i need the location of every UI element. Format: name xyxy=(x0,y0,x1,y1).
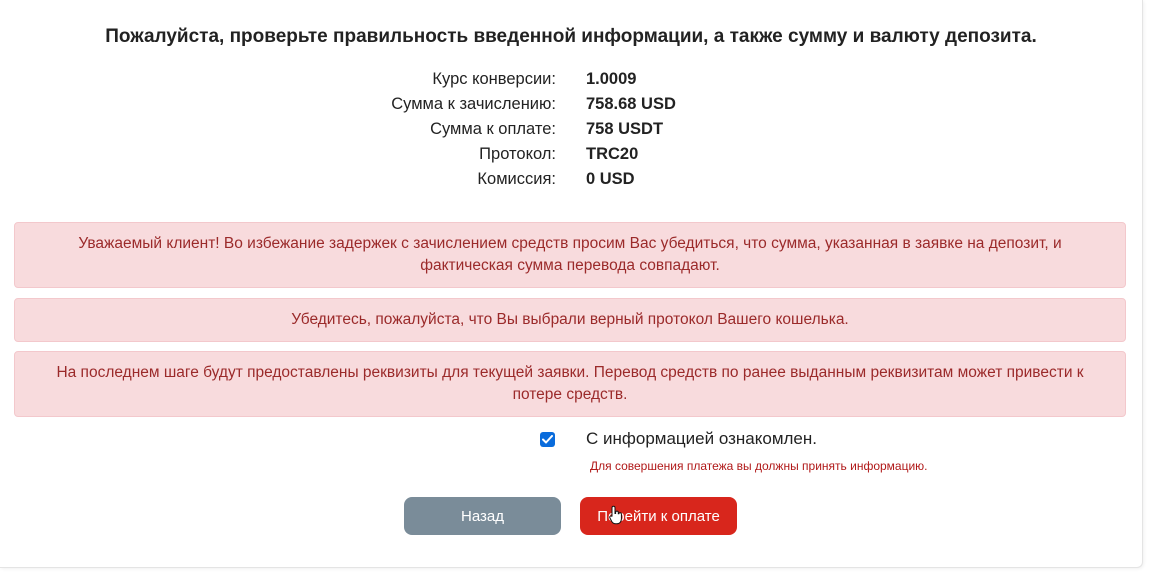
summary-label: Комиссия: xyxy=(477,170,556,188)
summary-row-commission: Комиссия: 0 USD xyxy=(0,167,1142,192)
back-button[interactable]: Назад xyxy=(404,497,561,535)
summary-row-protocol: Протокол: TRC20 xyxy=(0,142,1142,167)
agreement-checkbox[interactable] xyxy=(540,431,555,447)
agreement-hint: Для совершения платежа вы должны принять… xyxy=(590,459,928,473)
summary-value: 0 USD xyxy=(586,170,635,188)
agreement-row: С информацией ознакомлен. xyxy=(540,428,817,450)
summary-value: 758 USDT xyxy=(586,120,664,138)
summary-value: 758.68 USD xyxy=(586,95,676,113)
page-title: Пожалуйста, проверьте правильность введе… xyxy=(105,26,1037,47)
deposit-summary: Курс конверсии: 1.0009 Сумма к зачислени… xyxy=(0,67,1142,192)
summary-label: Курс конверсии: xyxy=(432,70,556,88)
summary-row-payment-amount: Сумма к оплате: 758 USDT xyxy=(0,117,1142,142)
proceed-to-payment-button[interactable]: Перейти к оплате xyxy=(580,497,737,535)
agreement-label[interactable]: С информацией ознакомлен. xyxy=(586,429,817,449)
summary-value: TRC20 xyxy=(586,145,639,163)
checkmark-icon xyxy=(542,434,553,443)
summary-value: 1.0009 xyxy=(586,70,637,88)
summary-label: Сумма к оплате: xyxy=(430,120,556,138)
alert-payment-details: На последнем шаге будут предоставлены ре… xyxy=(14,351,1126,417)
alert-protocol-check: Убедитесь, пожалуйста, что Вы выбрали ве… xyxy=(14,298,1126,342)
summary-row-credit-amount: Сумма к зачислению: 758.68 USD xyxy=(0,92,1142,117)
summary-label: Сумма к зачислению: xyxy=(391,95,556,113)
summary-row-conversion-rate: Курс конверсии: 1.0009 xyxy=(0,67,1142,92)
deposit-confirmation-card: Пожалуйста, проверьте правильность введе… xyxy=(0,0,1143,568)
alert-amount-match: Уважаемый клиент! Во избежание задержек … xyxy=(14,222,1126,288)
summary-label: Протокол: xyxy=(479,145,556,163)
